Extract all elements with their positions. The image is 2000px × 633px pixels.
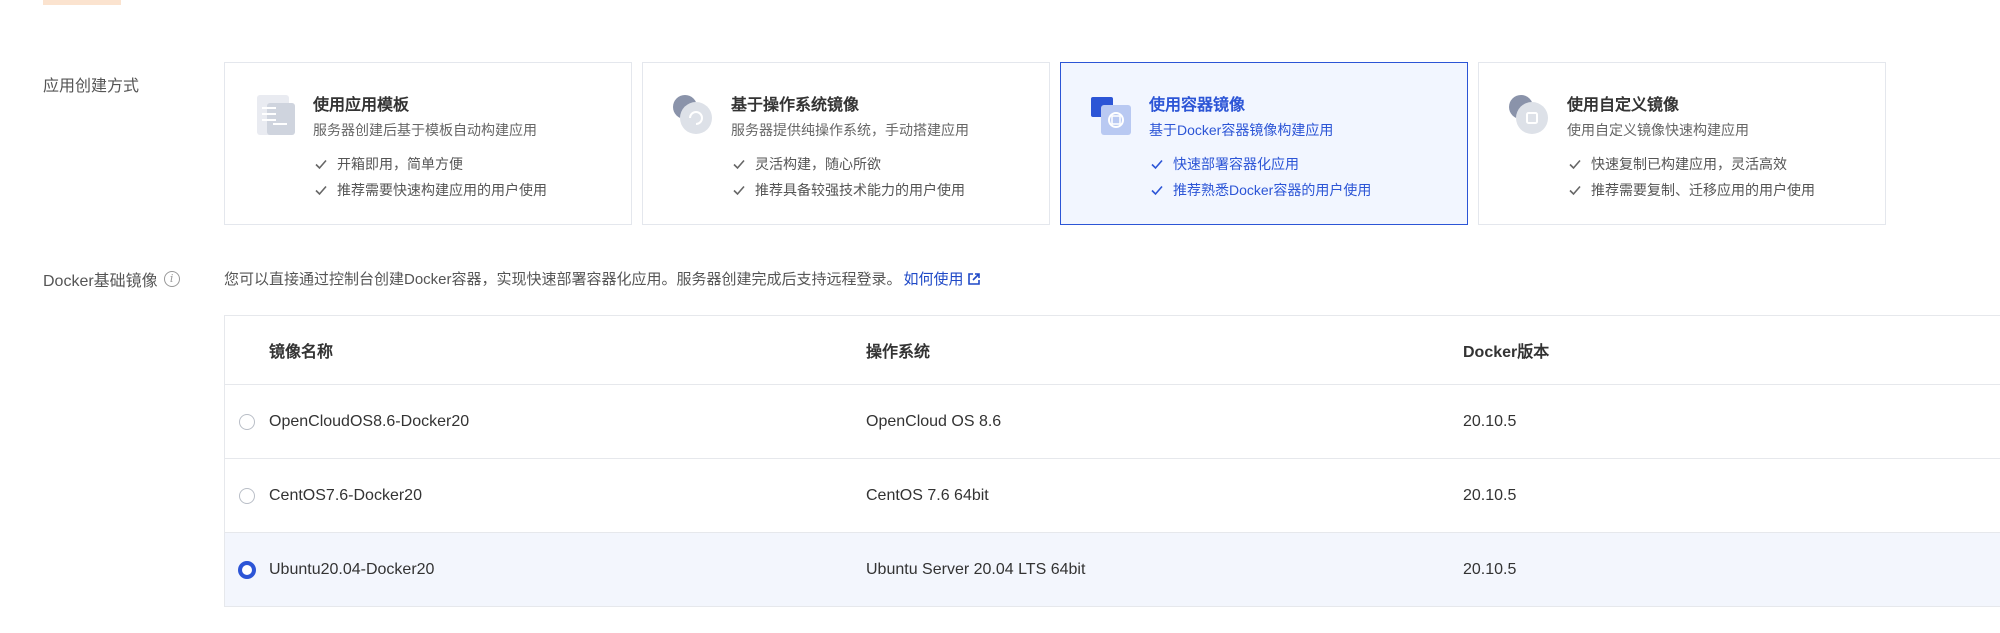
card-feature: 推荐具备较强技术能力的用户使用 xyxy=(731,180,965,200)
cell-docker-version: 20.10.5 xyxy=(1463,486,1517,504)
header-docker-version: Docker版本 xyxy=(1463,344,1550,361)
check-icon xyxy=(1569,159,1581,170)
cell-image-name: OpenCloudOS8.6-Docker20 xyxy=(269,412,470,430)
how-to-use-link[interactable]: 如何使用 xyxy=(904,268,981,289)
card-feature: 快速复制已构建应用，灵活高效 xyxy=(1567,154,1787,174)
feature-text: 推荐熟悉Docker容器的用户使用 xyxy=(1173,182,1372,198)
custom-image-icon xyxy=(1509,95,1548,134)
card-app-template[interactable]: 使用应用模板 服务器创建后基于模板自动构建应用 开箱即用，简单方便 推荐需要快速… xyxy=(224,62,632,225)
top-accent-bar xyxy=(43,0,121,5)
os-image-icon xyxy=(673,95,712,134)
row-radio[interactable] xyxy=(238,560,256,579)
cell-image-name: CentOS7.6-Docker20 xyxy=(269,486,422,504)
table-row[interactable]: CentOS7.6-Docker20 CentOS 7.6 64bit 20.1… xyxy=(225,459,2000,533)
docker-image-table: 镜像名称 操作系统 Docker版本 OpenCloudOS8.6-Docker… xyxy=(224,315,2000,607)
cell-os: Ubuntu Server 20.04 LTS 64bit xyxy=(866,560,1086,578)
card-title: 基于操作系统镜像 xyxy=(731,97,860,114)
feature-text: 快速复制已构建应用，灵活高效 xyxy=(1591,156,1787,172)
feature-text: 推荐需要快速构建应用的用户使用 xyxy=(337,182,547,198)
card-title: 使用自定义镜像 xyxy=(1567,97,1680,114)
check-icon xyxy=(1569,185,1581,196)
link-text: 如何使用 xyxy=(903,271,964,288)
row-radio[interactable] xyxy=(239,413,255,430)
check-icon xyxy=(315,159,327,170)
cell-docker-version: 20.10.5 xyxy=(1463,412,1517,430)
card-feature: 推荐需要复制、迁移应用的用户使用 xyxy=(1567,180,1815,200)
card-desc: 基于Docker容器镜像构建应用 xyxy=(1149,122,1334,138)
feature-text: 灵活构建，随心所欲 xyxy=(755,156,881,172)
card-feature: 快速部署容器化应用 xyxy=(1149,154,1299,174)
card-title: 使用应用模板 xyxy=(313,97,410,114)
row-radio[interactable] xyxy=(239,487,255,504)
check-icon xyxy=(733,159,745,170)
card-desc: 服务器创建后基于模板自动构建应用 xyxy=(313,122,537,138)
docker-base-image-label: Docker基础镜像 i xyxy=(43,267,180,291)
feature-text: 推荐需要复制、迁移应用的用户使用 xyxy=(1591,182,1815,198)
cell-docker-version: 20.10.5 xyxy=(1463,560,1517,578)
card-desc: 使用自定义镜像快速构建应用 xyxy=(1567,122,1749,138)
docker-hint: 您可以直接通过控制台创建Docker容器，实现快速部署容器化应用。服务器创建完成… xyxy=(224,268,981,289)
check-icon xyxy=(1151,159,1163,170)
card-container-image[interactable]: 使用容器镜像 基于Docker容器镜像构建应用 快速部署容器化应用 推荐熟悉Do… xyxy=(1060,62,1468,225)
info-icon[interactable]: i xyxy=(163,271,180,287)
feature-text: 快速部署容器化应用 xyxy=(1173,156,1299,172)
create-method-label: 应用创建方式 xyxy=(43,78,140,95)
table-header: 镜像名称 操作系统 Docker版本 xyxy=(225,316,2000,385)
hint-text: 您可以直接通过控制台创建Docker容器，实现快速部署容器化应用。服务器创建完成… xyxy=(224,271,902,288)
card-feature: 灵活构建，随心所欲 xyxy=(731,154,881,174)
header-image-name: 镜像名称 xyxy=(269,344,334,361)
card-custom-image[interactable]: 使用自定义镜像 使用自定义镜像快速构建应用 快速复制已构建应用，灵活高效 推荐需… xyxy=(1478,62,1886,225)
check-icon xyxy=(1151,185,1163,196)
external-link-icon xyxy=(967,272,980,285)
cell-os: OpenCloud OS 8.6 xyxy=(866,412,1002,430)
header-os: 操作系统 xyxy=(866,344,931,361)
table-row[interactable]: Ubuntu20.04-Docker20 Ubuntu Server 20.04… xyxy=(225,533,2000,606)
feature-text: 开箱即用，简单方便 xyxy=(337,156,463,172)
card-feature: 推荐需要快速构建应用的用户使用 xyxy=(313,180,547,200)
create-method-cards: 使用应用模板 服务器创建后基于模板自动构建应用 开箱即用，简单方便 推荐需要快速… xyxy=(224,62,1886,225)
check-icon xyxy=(315,185,327,196)
card-desc: 服务器提供纯操作系统，手动搭建应用 xyxy=(731,122,969,138)
docker-label-text: Docker基础镜像 xyxy=(43,273,158,290)
check-icon xyxy=(733,185,745,196)
template-icon xyxy=(257,95,295,135)
card-os-image[interactable]: 基于操作系统镜像 服务器提供纯操作系统，手动搭建应用 灵活构建，随心所欲 推荐具… xyxy=(642,62,1050,225)
feature-text: 推荐具备较强技术能力的用户使用 xyxy=(755,182,965,198)
cell-os: CentOS 7.6 64bit xyxy=(866,486,989,504)
card-feature: 推荐熟悉Docker容器的用户使用 xyxy=(1149,180,1371,200)
table-row[interactable]: OpenCloudOS8.6-Docker20 OpenCloud OS 8.6… xyxy=(225,385,2000,459)
container-icon xyxy=(1091,97,1131,135)
cell-image-name: Ubuntu20.04-Docker20 xyxy=(269,560,435,578)
card-feature: 开箱即用，简单方便 xyxy=(313,154,463,174)
card-title: 使用容器镜像 xyxy=(1149,97,1246,114)
